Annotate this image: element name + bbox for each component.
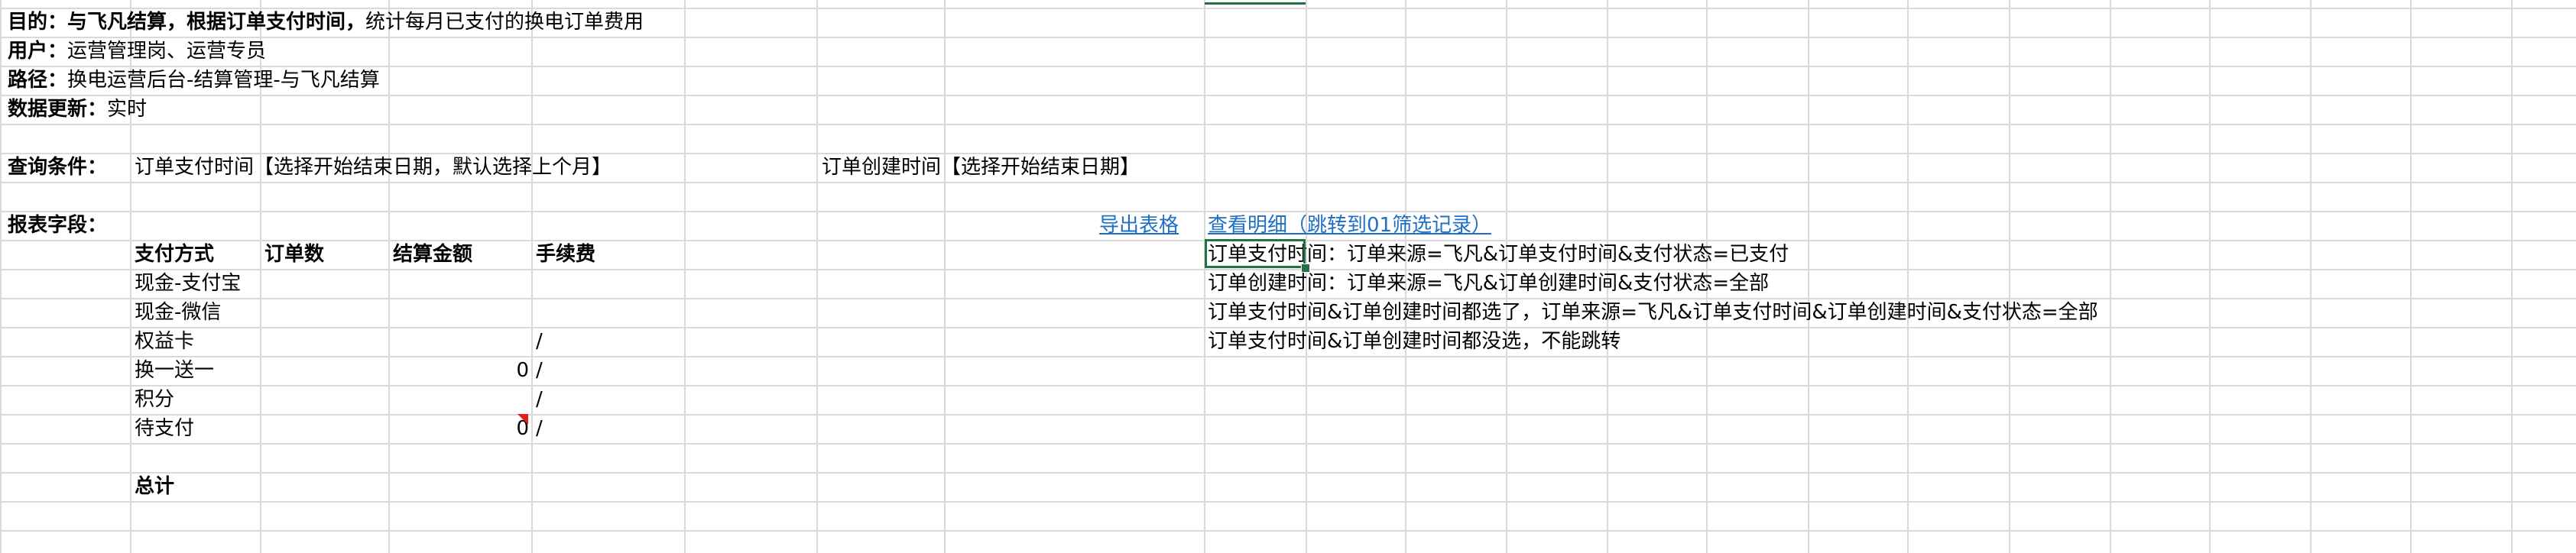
spreadsheet-grid[interactable]: 目的：与飞凡结算，根据订单支付时间，统计每月已支付的换电订单费用 用户：运营管理… <box>0 0 2576 553</box>
query-label[interactable]: 查询条件： <box>8 153 107 182</box>
goal-text: 统计每月已支付的换电订单费用 <box>365 11 644 34</box>
column-header-order-count[interactable]: 订单数 <box>264 240 324 269</box>
gridline <box>0 356 2576 357</box>
gridline <box>2209 0 2211 553</box>
comment-indicator-icon[interactable] <box>517 414 528 425</box>
gridline <box>0 37 2576 38</box>
payment-method-cell[interactable]: 权益卡 <box>135 327 194 356</box>
amount-cell[interactable]: 0 <box>390 414 530 443</box>
fill-handle[interactable] <box>1301 264 1310 273</box>
gridline <box>2310 0 2312 553</box>
gridline <box>0 472 2576 474</box>
gridline <box>684 0 686 553</box>
gridline <box>0 124 2576 125</box>
gridline <box>816 0 818 553</box>
payment-method-cell[interactable]: 积分 <box>135 385 174 414</box>
column-header-fee[interactable]: 手续费 <box>536 240 595 269</box>
gridline <box>2110 0 2111 553</box>
gridline <box>0 530 2576 532</box>
gridline <box>0 385 2576 386</box>
update-cell[interactable]: 数据更新：实时 <box>8 95 147 124</box>
payment-method-cell[interactable]: 换一送一 <box>135 356 214 385</box>
path-cell[interactable]: 路径：换电运营后台-结算管理-与飞凡结算 <box>8 66 380 95</box>
gridline <box>944 0 946 553</box>
gridline <box>0 501 2576 503</box>
goal-label: 目的： <box>8 11 68 34</box>
fee-cell[interactable]: / <box>536 385 543 414</box>
query-pay-time[interactable]: 订单支付时间【选择开始结束日期，默认选择上个月】 <box>135 153 612 182</box>
gridline <box>0 66 2576 67</box>
query-create-time[interactable]: 订单创建时间【选择开始结束日期】 <box>822 153 1140 182</box>
active-cell-selection[interactable] <box>1205 239 1306 268</box>
gridline <box>0 414 2576 416</box>
payment-method-cell[interactable]: 现金-微信 <box>135 298 221 327</box>
path-label: 路径： <box>8 69 68 92</box>
gridline <box>531 0 533 553</box>
goal-cell[interactable]: 目的：与飞凡结算，根据订单支付时间，统计每月已支付的换电订单费用 <box>8 8 644 37</box>
gridline <box>0 95 2576 96</box>
gridline <box>0 182 2576 183</box>
update-label: 数据更新： <box>8 98 108 121</box>
payment-method-cell[interactable]: 待支付 <box>135 414 194 443</box>
user-cell[interactable]: 用户：运营管理岗、运营专员 <box>8 37 266 66</box>
payment-method-cell[interactable]: 现金-支付宝 <box>135 269 241 298</box>
report-label[interactable]: 报表字段： <box>8 211 107 240</box>
user-label: 用户： <box>8 40 68 63</box>
fee-cell[interactable]: / <box>536 414 543 443</box>
gridline <box>2410 0 2412 553</box>
gridline <box>0 0 2 553</box>
update-value: 实时 <box>107 98 148 121</box>
gridline <box>1907 0 1909 553</box>
fee-cell[interactable]: / <box>536 327 543 356</box>
gridline <box>2009 0 2010 553</box>
column-header-settlement-amount[interactable]: 结算金额 <box>393 240 472 269</box>
goal-bold-text: 与飞凡结算，根据订单支付时间， <box>67 11 366 34</box>
amount-cell[interactable]: 0 <box>390 356 530 385</box>
gridline <box>2511 0 2513 553</box>
total-label[interactable]: 总计 <box>135 472 174 501</box>
path-value: 换电运营后台-结算管理-与飞凡结算 <box>67 69 380 92</box>
gridline <box>1204 0 1205 553</box>
note-create-time[interactable]: 订单创建时间：订单来源=飞凡&订单创建时间&支付状态=全部 <box>1208 269 1769 298</box>
note-both-selected[interactable]: 订单支付时间&订单创建时间都选了，订单来源=飞凡&订单支付时间&订单创建时间&支… <box>1208 298 2098 327</box>
gridline <box>1808 0 1809 553</box>
fee-cell[interactable]: / <box>536 356 543 385</box>
view-detail-link[interactable]: 查看明细（跳转到01筛选记录） <box>1208 211 1491 240</box>
export-table-link[interactable]: 导出表格 <box>1099 211 1179 240</box>
user-value: 运营管理岗、运营专员 <box>67 40 267 63</box>
note-none-selected[interactable]: 订单支付时间&订单创建时间都没选，不能跳转 <box>1208 327 1621 356</box>
gridline <box>0 443 2576 445</box>
gridline <box>388 0 390 553</box>
selected-column-indicator <box>1205 0 1306 5</box>
column-header-payment-method[interactable]: 支付方式 <box>135 240 214 269</box>
